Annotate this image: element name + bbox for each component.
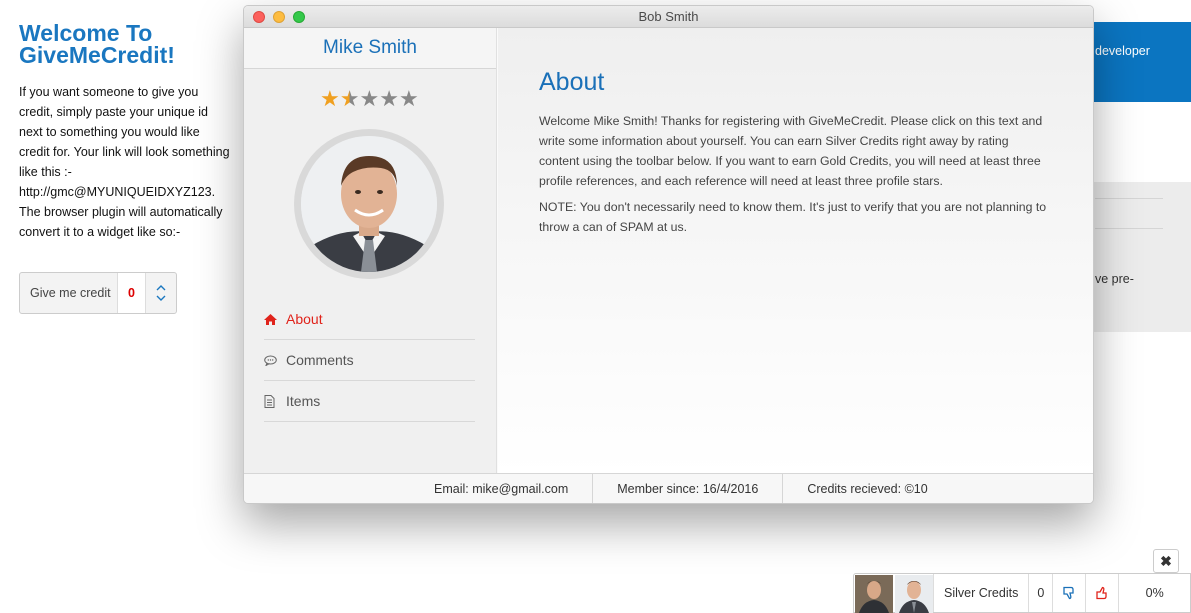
status-credits: Credits recieved: ©10	[782, 474, 951, 503]
status-email: Email: mike@gmail.com	[434, 481, 569, 496]
nav-item-about[interactable]: About	[264, 299, 475, 340]
avatar	[301, 136, 437, 272]
give-credit-label[interactable]: Give me credit	[20, 273, 118, 313]
profile-photo	[301, 136, 437, 272]
grey-panel: ve pre-	[1085, 182, 1191, 332]
home-icon	[264, 313, 286, 325]
avatar-ring	[294, 129, 444, 279]
star-icon[interactable]: ★	[340, 88, 360, 110]
avatar[interactable]	[895, 575, 933, 613]
thumbs-down-button[interactable]	[1053, 574, 1087, 612]
chevron-down-icon[interactable]	[156, 295, 166, 302]
give-credit-widget[interactable]: Give me credit 0	[19, 272, 177, 314]
credit-percent: 0%	[1145, 586, 1164, 600]
page-title: Welcome To GiveMeCredit!	[19, 20, 175, 68]
star-rating[interactable]: ★ ★ ★ ★ ★	[320, 88, 419, 110]
avatar[interactable]	[855, 575, 893, 613]
note-text: NOTE: You don't necessarily need to know…	[539, 200, 1047, 234]
credit-count: 0	[1029, 574, 1054, 612]
star-icon[interactable]: ★	[379, 88, 399, 110]
credit-toolbar: Silver Credits 0 0%	[853, 573, 1191, 613]
profile-nav: About Comments Items	[264, 299, 475, 422]
profile-name: Mike Smith	[244, 28, 496, 69]
nav-item-label: Comments	[286, 352, 354, 368]
profile-window: Bob Smith Mike Smith ★ ★ ★ ★ ★ About Com…	[243, 5, 1094, 504]
window-titlebar[interactable]: Bob Smith	[244, 6, 1093, 28]
nav-item-comments[interactable]: Comments	[264, 340, 475, 381]
nav-item-label: Items	[286, 393, 321, 409]
blue-panel: developer	[1085, 22, 1191, 102]
chevron-up-icon[interactable]	[156, 284, 166, 291]
credit-type-label: Silver Credits	[934, 574, 1030, 612]
star-icon[interactable]: ★	[359, 88, 379, 110]
thumbs-down-icon	[1063, 586, 1074, 600]
document-icon	[264, 394, 286, 408]
section-heading: About	[539, 68, 605, 96]
vote-arrows	[146, 273, 176, 313]
close-icon[interactable]: ✖	[1153, 549, 1179, 573]
star-icon[interactable]: ★	[399, 88, 419, 110]
grey-panel-text: ve pre-	[1095, 272, 1134, 286]
thumbs-up-icon	[1096, 586, 1107, 600]
about-text[interactable]: Welcome Mike Smith! Thanks for registeri…	[539, 111, 1051, 191]
thumbs-up-button[interactable]	[1086, 574, 1120, 612]
nav-item-items[interactable]: Items	[264, 381, 475, 422]
divider	[1095, 228, 1163, 229]
profile-sidebar: Mike Smith ★ ★ ★ ★ ★ About Comments Item…	[244, 28, 497, 475]
about-panel: About Welcome Mike Smith! Thanks for reg…	[498, 28, 1093, 475]
divider	[1095, 198, 1163, 199]
status-member-since: Member since: 16/4/2016	[592, 474, 782, 503]
nav-item-label: About	[286, 311, 323, 327]
comment-icon	[264, 355, 286, 366]
star-icon[interactable]: ★	[320, 88, 340, 110]
blue-panel-text: developer	[1095, 44, 1150, 58]
profile-statusbar: Email: mike@gmail.com Member since: 16/4…	[244, 473, 1093, 503]
user-thumbnails	[854, 574, 934, 613]
intro-text: If you want someone to give you credit, …	[19, 85, 230, 239]
give-credit-count: 0	[118, 273, 146, 313]
window-title: Bob Smith	[638, 9, 699, 24]
